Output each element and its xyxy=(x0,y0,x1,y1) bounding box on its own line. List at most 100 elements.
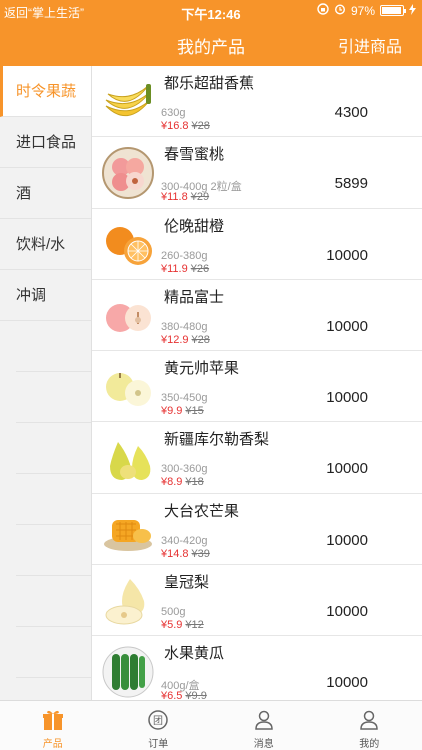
product-name: 大台农芒果 xyxy=(164,502,240,520)
sale-price: ¥8.9 xyxy=(161,476,183,489)
gift-icon xyxy=(41,708,65,732)
product-prices: ¥12.9 ¥28 xyxy=(161,334,210,346)
product-item[interactable]: 黄元帅苹果 350-450g ¥9.9 ¥15 10000 xyxy=(92,351,422,423)
product-spec: 340-420g xyxy=(161,534,208,547)
product-spec: 300-360g xyxy=(161,463,208,476)
tab-profile[interactable]: 我的 xyxy=(317,701,422,750)
category-instant-drinks[interactable]: 冲调 xyxy=(0,270,91,321)
pear-icon xyxy=(102,432,154,484)
divider xyxy=(16,627,91,678)
nav-bar: 我的产品 引进商品 xyxy=(0,22,422,66)
original-price: ¥29 xyxy=(190,191,210,204)
product-item[interactable]: 皇冠梨 500g ¥5.9 ¥12 10000 xyxy=(92,565,422,637)
product-prices: ¥11.8 ¥29 xyxy=(161,191,209,203)
product-item[interactable]: 伦晚甜橙 260-380g ¥11.9 ¥26 10000 xyxy=(92,209,422,280)
product-prices: ¥16.8 ¥28 xyxy=(161,120,210,132)
product-name: 水果黄瓜 xyxy=(164,645,225,663)
product-name: 伦晚甜橙 xyxy=(164,217,225,235)
product-spec: 350-450g xyxy=(161,392,208,405)
sale-price: ¥12.9 xyxy=(161,333,189,346)
category-drinks-water[interactable]: 饮料/水 xyxy=(0,219,91,270)
cucumber-icon xyxy=(102,646,154,698)
status-indicators: 97% xyxy=(317,3,416,18)
product-item[interactable]: 大台农芒果 340-420g ¥14.8 ¥39 10000 xyxy=(92,494,422,566)
tab-messages[interactable]: 消息 xyxy=(211,701,317,750)
product-item[interactable]: 水果黄瓜 400g/盒 ¥6.5 ¥9.9 10000 xyxy=(92,636,422,700)
product-item[interactable]: 新疆库尔勒香梨 300-360g ¥8.9 ¥18 10000 xyxy=(92,422,422,494)
stock-count: 10000 xyxy=(326,389,368,407)
apple-icon xyxy=(102,290,154,342)
tab-label: 产品 xyxy=(42,739,63,750)
stock-count: 10000 xyxy=(326,603,368,621)
product-prices: ¥5.9 ¥12 xyxy=(161,619,204,631)
product-prices: ¥14.8 ¥39 xyxy=(161,548,210,560)
sale-price: ¥14.8 xyxy=(161,547,189,560)
sale-price: ¥9.9 xyxy=(161,405,183,418)
divider xyxy=(16,423,91,474)
original-price: ¥9.9 xyxy=(185,690,207,700)
product-name: 黄元帅苹果 xyxy=(164,360,240,378)
stock-count: 10000 xyxy=(326,674,368,692)
product-prices: ¥11.9 ¥26 xyxy=(161,263,209,275)
sale-price: ¥11.8 xyxy=(161,191,188,204)
product-list: 都乐超甜香蕉 630g ¥16.8 ¥28 4300 春雪蜜桃 300-400g … xyxy=(92,66,422,700)
battery-icon xyxy=(380,5,406,16)
tab-orders[interactable]: 团 订单 xyxy=(106,701,212,750)
divider xyxy=(16,321,91,372)
category-imported-food[interactable]: 进口食品 xyxy=(0,117,91,168)
profile-icon xyxy=(357,708,381,732)
tab-label: 消息 xyxy=(253,739,274,750)
original-price: ¥39 xyxy=(191,547,210,560)
stock-count: 5899 xyxy=(334,175,368,193)
stock-count: 10000 xyxy=(326,317,368,335)
product-name: 精品富士 xyxy=(164,288,225,306)
status-bar: 返回“掌上生活” 下午12:46 97% xyxy=(0,0,422,22)
tab-bar: 产品 团 订单 消息 我的 xyxy=(0,700,422,750)
product-name: 都乐超甜香蕉 xyxy=(164,75,255,92)
alarm-icon xyxy=(334,3,346,18)
battery-percent: 97% xyxy=(350,3,375,18)
original-price: ¥28 xyxy=(191,120,210,132)
peach-icon xyxy=(102,147,154,200)
divider xyxy=(16,525,91,576)
category-liquor[interactable]: 酒 xyxy=(0,168,91,219)
original-price: ¥26 xyxy=(190,262,210,275)
divider xyxy=(16,372,91,423)
sale-price: ¥16.8 xyxy=(161,120,189,132)
svg-text:团: 团 xyxy=(153,715,163,727)
orange-icon xyxy=(102,219,154,271)
original-price: ¥12 xyxy=(185,619,204,632)
product-spec: 630g xyxy=(161,107,186,119)
product-prices: ¥9.9 ¥15 xyxy=(161,405,204,417)
sale-price: ¥6.5 xyxy=(161,690,183,700)
stock-count: 10000 xyxy=(326,531,368,549)
product-item[interactable]: 精品富士 380-480g ¥12.9 ¥28 10000 xyxy=(92,280,422,352)
product-spec: 380-480g xyxy=(161,320,208,333)
category-seasonal-produce[interactable]: 时令果蔬 xyxy=(0,66,91,117)
charging-icon xyxy=(409,3,416,18)
product-spec: 260-380g xyxy=(161,249,208,262)
banana-icon xyxy=(102,76,154,128)
mango-icon xyxy=(102,504,154,556)
original-price: ¥28 xyxy=(191,333,210,346)
yellow-apple-icon xyxy=(102,361,154,413)
original-price: ¥18 xyxy=(185,476,204,489)
product-name: 皇冠梨 xyxy=(164,574,210,592)
sale-price: ¥11.9 xyxy=(161,262,188,275)
divider xyxy=(16,576,91,627)
user-icon xyxy=(252,708,276,732)
stock-count: 10000 xyxy=(326,246,368,264)
tab-products[interactable]: 产品 xyxy=(0,701,106,750)
product-spec: 500g xyxy=(161,606,186,619)
import-products-button[interactable]: 引进商品 xyxy=(338,33,402,57)
rotation-lock-icon xyxy=(317,3,329,18)
tab-label: 我的 xyxy=(359,739,380,750)
sale-price: ¥5.9 xyxy=(161,619,183,632)
order-icon: 团 xyxy=(146,708,170,732)
category-sidebar: 时令果蔬 进口食品 酒 饮料/水 冲调 xyxy=(0,66,92,700)
product-item[interactable]: 都乐超甜香蕉 630g ¥16.8 ¥28 4300 xyxy=(92,66,422,138)
original-price: ¥15 xyxy=(185,405,204,418)
product-item[interactable]: 春雪蜜桃 300-400g 2粒/盒 ¥11.8 ¥29 5899 xyxy=(92,137,422,209)
stock-count: 4300 xyxy=(334,104,368,121)
stock-count: 10000 xyxy=(326,460,368,478)
